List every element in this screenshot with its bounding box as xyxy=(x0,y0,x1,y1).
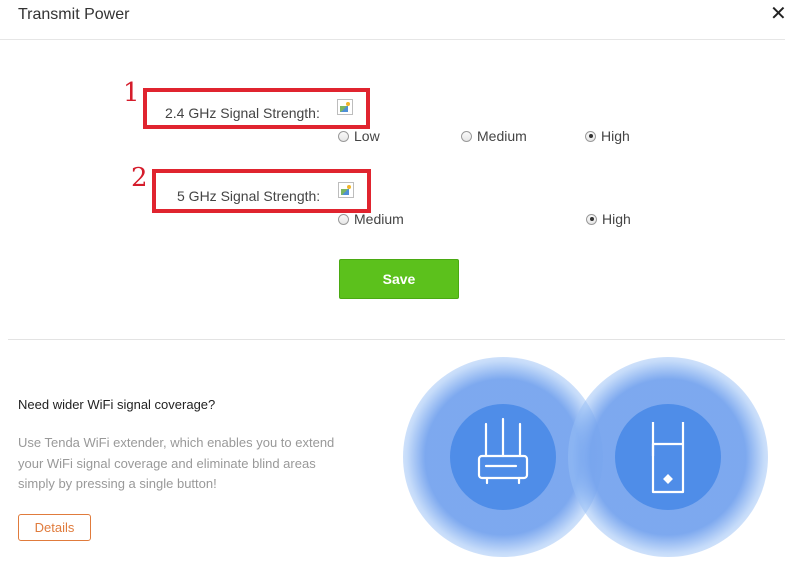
radio-label: Low xyxy=(354,128,380,144)
radio-circle[interactable] xyxy=(461,130,472,142)
radio-circle[interactable] xyxy=(338,213,349,225)
radio-label: Medium xyxy=(477,128,527,144)
extender-icon xyxy=(651,422,685,494)
radio-5-high[interactable]: High xyxy=(586,211,631,227)
close-icon[interactable]: ✕ xyxy=(770,4,785,24)
dialog-header: Transmit Power ✕ xyxy=(0,0,785,40)
radio-5-medium[interactable]: Medium xyxy=(338,211,404,227)
details-button[interactable]: Details xyxy=(18,514,91,541)
callout-number-2: 2 xyxy=(131,163,148,193)
dialog-title: Transmit Power xyxy=(18,6,130,23)
broken-image-icon xyxy=(338,182,354,198)
radio-label: High xyxy=(602,211,631,227)
radio-circle[interactable] xyxy=(338,130,349,142)
radio-24-low[interactable]: Low xyxy=(338,128,380,144)
radio-24-high[interactable]: High xyxy=(585,128,630,144)
radio-24-medium[interactable]: Medium xyxy=(461,128,527,144)
callout-number-1: 1 xyxy=(123,78,140,108)
router-icon xyxy=(477,417,529,485)
section-divider xyxy=(8,339,785,340)
save-button[interactable]: Save xyxy=(339,259,459,299)
band-5-label: 5 GHz Signal Strength: xyxy=(177,188,321,204)
radio-circle-selected[interactable] xyxy=(586,213,597,225)
promo-description: Use Tenda WiFi extender, which enables y… xyxy=(18,435,335,491)
radio-circle-selected[interactable] xyxy=(585,130,596,142)
radio-label: High xyxy=(601,128,630,144)
radio-label: Medium xyxy=(354,211,404,227)
band-24-label: 2.4 GHz Signal Strength: xyxy=(165,105,320,121)
promo-question: Need wider WiFi signal coverage? xyxy=(18,397,216,412)
broken-image-icon xyxy=(337,99,353,115)
